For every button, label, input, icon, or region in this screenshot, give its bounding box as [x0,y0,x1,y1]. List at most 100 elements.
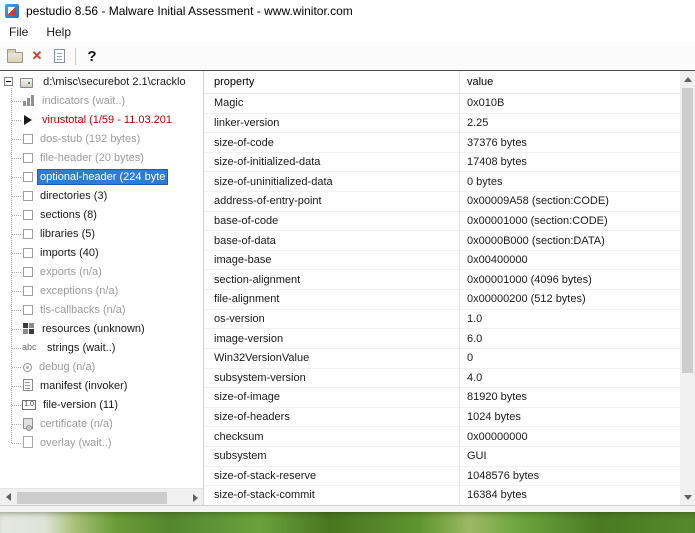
scroll-right-button[interactable] [187,490,204,505]
tree-connector [12,272,21,273]
table-row[interactable]: subsystem-version4.0 [204,369,680,389]
value-column-header[interactable]: value [459,76,680,88]
tree-item-certificate[interactable]: certificate (n/a) [0,415,203,434]
scroll-down-button[interactable] [680,489,695,505]
right-arrow-icon [193,494,198,502]
scroll-left-button[interactable] [0,489,17,505]
menu-help[interactable]: Help [37,22,80,42]
value-cell: 0x00000200 (512 bytes) [459,293,680,305]
tree-item-tls-callbacks[interactable]: tls-callbacks (n/a) [0,301,203,320]
table-row[interactable]: file-alignment0x00000200 (512 bytes) [204,290,680,310]
collapse-expander-icon[interactable] [4,77,13,86]
horizontal-scrollbar[interactable] [0,488,204,505]
table-row[interactable]: base-of-data0x0000B000 (section:DATA) [204,231,680,251]
property-cell: section-alignment [204,274,459,286]
arrow-icon [22,113,35,126]
close-file-button[interactable] [26,45,48,67]
value-cell: 0 [459,352,680,364]
menu-file[interactable]: File [0,22,37,42]
tree-item-label: certificate (n/a) [38,417,115,431]
table-row[interactable]: size-of-stack-commit16384 bytes [204,486,680,505]
property-cell: os-version [204,313,459,325]
tree-item-sections[interactable]: sections (8) [0,206,203,225]
tree-item-overlay[interactable]: overlay (wait..) [0,434,203,453]
column-divider[interactable] [459,71,460,505]
tree-item-strings[interactable]: strings (wait..) [0,339,203,358]
table-row[interactable]: linker-version2.25 [204,114,680,134]
tree-item-debug[interactable]: debug (n/a) [0,358,203,377]
tree-connector [12,443,21,444]
tree-connector [12,196,21,197]
checkbox-icon [23,286,33,296]
property-cell: image-base [204,254,459,266]
tree-item-directories[interactable]: directories (3) [0,187,203,206]
checkbox-icon [23,248,33,258]
tree-item-dos-stub[interactable]: dos-stub (192 bytes) [0,130,203,149]
value-cell: 6.0 [459,333,680,345]
tree-item-label: imports (40) [38,246,101,260]
tree-item-label: manifest (invoker) [38,379,129,393]
tree-item-file-version[interactable]: file-version (11) [0,396,203,415]
table-row[interactable]: size-of-code37376 bytes [204,133,680,153]
table-row[interactable]: Magic0x010B [204,94,680,114]
tree-item-file-header[interactable]: file-header (20 bytes) [0,149,203,168]
tree-item-exports[interactable]: exports (n/a) [0,263,203,282]
table-row[interactable]: address-of-entry-point0x00009A58 (sectio… [204,192,680,212]
tree-item-label: dos-stub (192 bytes) [38,132,142,146]
table-row[interactable]: os-version1.0 [204,310,680,330]
tree-item-optional-header[interactable]: optional-header (224 byte [0,168,203,187]
tree-item-imports[interactable]: imports (40) [0,244,203,263]
tree-root[interactable]: d:\misc\securebot 2.1\cracklo [0,73,203,92]
tree-connector [12,329,21,330]
v-scroll-thumb[interactable] [682,88,693,373]
tree-item-virustotal[interactable]: virustotal (1/59 - 11.03.201 [0,111,203,130]
scroll-up-button[interactable] [680,71,695,87]
table-row[interactable]: base-of-code0x00001000 (section:CODE) [204,212,680,232]
table-row[interactable]: size-of-stack-reserve1048576 bytes [204,467,680,487]
tree-connector [12,367,21,368]
table-row[interactable]: section-alignment0x00001000 (4096 bytes) [204,270,680,290]
value-cell: 0x0000B000 (section:DATA) [459,235,680,247]
property-column-header[interactable]: property [204,76,459,88]
toolbar [0,42,695,70]
tree-connector [12,101,21,102]
property-cell: base-of-code [204,215,459,227]
table-row[interactable]: size-of-initialized-data17408 bytes [204,153,680,173]
value-cell: 0 bytes [459,176,680,188]
help-button[interactable] [81,45,103,67]
tree-item-indicators[interactable]: indicators (wait..) [0,92,203,111]
menu-bar: File Help [0,22,695,42]
tree-panel: d:\misc\securebot 2.1\cracklo indicators… [0,71,204,505]
tree-item-exceptions[interactable]: exceptions (n/a) [0,282,203,301]
value-cell: 0x00001000 (section:CODE) [459,215,680,227]
table-row[interactable]: size-of-headers1024 bytes [204,408,680,428]
open-file-button[interactable] [4,45,26,67]
property-cell: address-of-entry-point [204,195,459,207]
table-row[interactable]: size-of-uninitialized-data0 bytes [204,172,680,192]
table-row[interactable]: Win32VersionValue0 [204,349,680,369]
tree-item-libraries[interactable]: libraries (5) [0,225,203,244]
table-header: property value [204,71,680,94]
tree-connector [12,139,21,140]
property-cell: subsystem-version [204,372,459,384]
table-row[interactable]: checksum0x00000000 [204,427,680,447]
title-bar[interactable]: pestudio 8.56 - Malware Initial Assessme… [0,0,695,22]
desktop-background [0,512,695,533]
tree-item-manifest[interactable]: manifest (invoker) [0,377,203,396]
report-button[interactable] [48,45,70,67]
table-row[interactable]: subsystemGUI [204,447,680,467]
vertical-scrollbar[interactable] [680,71,695,505]
tree-item-resources[interactable]: resources (unknown) [0,320,203,339]
open-folder-icon [7,52,23,63]
window-bottom-border [0,505,695,512]
table-row[interactable]: size-of-image81920 bytes [204,388,680,408]
tree-item-label: sections (8) [38,208,99,222]
property-cell: linker-version [204,117,459,129]
checkbox-icon [23,191,33,201]
tree-connector [12,215,21,216]
value-cell: 16384 bytes [459,489,680,501]
h-scroll-thumb[interactable] [17,492,167,504]
table-row[interactable]: image-base0x00400000 [204,251,680,271]
table-row[interactable]: image-version6.0 [204,329,680,349]
tree-connector [12,253,21,254]
